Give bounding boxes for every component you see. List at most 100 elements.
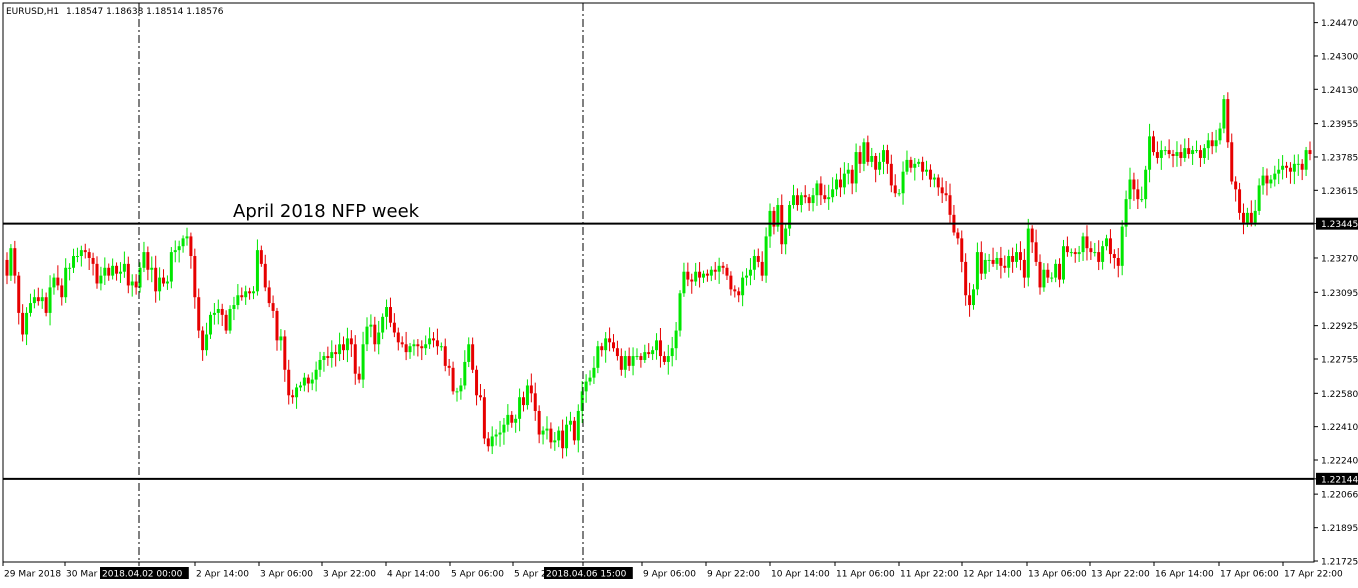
candle-body [228, 308, 232, 331]
candle-body [760, 261, 764, 276]
candle-body [823, 195, 827, 200]
candle-body [1222, 99, 1226, 129]
candle-body [1144, 169, 1148, 200]
candle-body [835, 179, 839, 190]
candle-body [1218, 128, 1222, 141]
candle-body [259, 250, 263, 264]
candle-body [698, 271, 702, 278]
candle-body [866, 142, 870, 162]
candle-body [522, 397, 526, 406]
candle-body [1054, 263, 1058, 278]
candle-body [1038, 261, 1042, 288]
candle-body [482, 397, 486, 439]
candle-body [729, 275, 733, 290]
candle-body [40, 297, 44, 302]
candle-body [565, 424, 569, 449]
chart-canvas[interactable]: 1.24470 1.24300 1.24130 1.23955 1.23785 1.236… [0, 0, 1358, 584]
candle-body [64, 267, 68, 298]
candle-body [1148, 136, 1152, 170]
candle-body [130, 281, 134, 286]
candle-body [439, 346, 443, 348]
candle-body [1163, 150, 1167, 152]
candle-body [486, 438, 490, 447]
candle-body [921, 161, 925, 172]
candle-body [48, 287, 52, 313]
candle-body [1065, 246, 1069, 253]
candle-body [874, 155, 878, 170]
candle-body [158, 277, 162, 292]
candle-body [103, 267, 107, 276]
candle-body [467, 344, 471, 362]
x-tick-label: 9 Apr 06:00 [643, 570, 696, 580]
candle-body [846, 169, 850, 174]
candle-body [971, 289, 975, 306]
candle-body [302, 377, 306, 386]
nfp-week-annotation: April 2018 NFP week [233, 201, 420, 222]
candle [482, 389, 486, 445]
candle-body [983, 259, 987, 274]
candle-body [529, 385, 533, 394]
candle-body [909, 159, 913, 168]
candle-body [60, 285, 64, 298]
candle-body [518, 397, 522, 419]
candle-body [1007, 256, 1011, 268]
candle-body [56, 277, 60, 286]
candle-body [1069, 252, 1073, 254]
y-tick-label: 1.23955 [1321, 120, 1358, 130]
candle-body [987, 259, 991, 261]
candle-body [1128, 179, 1132, 200]
candle-body [600, 346, 604, 351]
candle-body [32, 297, 36, 304]
candle [1061, 239, 1065, 284]
candle-body [13, 248, 17, 276]
candle-body [662, 356, 666, 362]
candle-body [748, 269, 752, 276]
candle-body [897, 193, 901, 195]
candle-body [224, 314, 228, 331]
candle-body [255, 250, 259, 292]
candle-body [95, 263, 99, 284]
candle-body [627, 356, 631, 366]
candle-body [118, 271, 122, 274]
candle-body [1175, 152, 1179, 156]
candle-body [189, 236, 193, 257]
candle-body [612, 342, 616, 349]
candle-body [686, 271, 690, 280]
candle-body [1253, 210, 1257, 223]
price-level-label: 1.22144 [1321, 475, 1358, 485]
candle-body [1108, 238, 1112, 255]
candle-body [1285, 165, 1289, 168]
x-tick-label: 30 Mar [66, 570, 98, 580]
candle-body [1257, 185, 1261, 211]
candle-body [514, 418, 518, 423]
candle-body [1003, 265, 1007, 268]
candle-body [459, 385, 463, 392]
candle-body [357, 373, 361, 380]
candle-body [451, 367, 455, 392]
candlestick-chart[interactable]: 1.24470 1.24300 1.24130 1.23955 1.23785 1.236… [0, 0, 1358, 584]
candle-body [338, 344, 342, 355]
candle-body [1155, 152, 1159, 158]
candle-body [68, 267, 72, 269]
candle-body [212, 312, 216, 315]
candle-body [232, 305, 236, 309]
x-tick-label: 4 Apr 14:00 [387, 570, 440, 580]
x-tick-label: 13 Apr 22:00 [1091, 570, 1150, 580]
candle-body [9, 248, 13, 276]
candle-body [1120, 226, 1124, 266]
candle-body [1093, 252, 1097, 254]
candle-body [596, 346, 600, 368]
candle-body [279, 336, 283, 341]
candle-body [678, 293, 682, 331]
candle-body [928, 169, 932, 180]
candle-body [197, 297, 201, 331]
candle-body [36, 297, 40, 302]
candle-body [208, 314, 212, 335]
candle-body [349, 338, 353, 345]
candle-body [1124, 199, 1128, 227]
candle-body [494, 434, 498, 437]
candle-body [913, 163, 917, 168]
candle-body [21, 312, 25, 335]
candle-body [1226, 99, 1230, 143]
candle [1222, 95, 1226, 134]
